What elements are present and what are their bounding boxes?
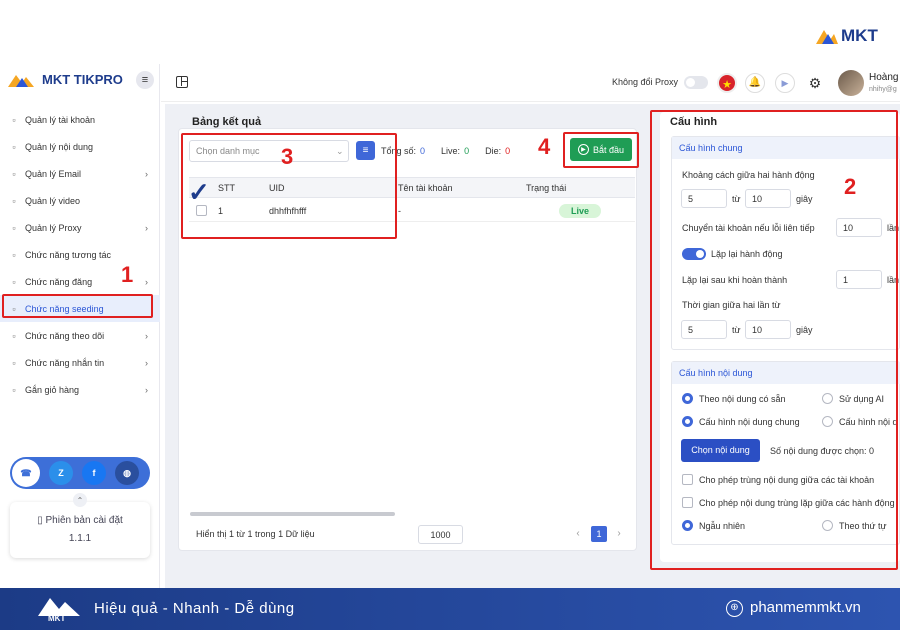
website-globe-icon: ⊕ [726, 600, 743, 617]
user-icon: ▫ [12, 114, 16, 125]
sidebar-item-label: Quản lý video [25, 195, 81, 206]
sidebar-item-label: Chức năng tương tác [25, 249, 111, 260]
horizontal-scrollbar[interactable] [190, 512, 395, 516]
footer-logo-icon [38, 598, 80, 616]
menu-toggle-button[interactable]: ≡ [136, 71, 154, 89]
video-icon: ▫ [12, 195, 16, 206]
play-icon[interactable]: ▶ [775, 73, 795, 93]
proxy-toggle-label: Không đổi Proxy [612, 77, 679, 87]
prev-page-button[interactable]: ‹ [571, 526, 585, 542]
stats-row: Tổng số: 0 Live: 0 Die: 0 [381, 146, 510, 156]
user-name: Hoàng [869, 72, 899, 83]
version-card: ▯ Phiên bản cài đặt 1.1.1 [10, 502, 150, 558]
status-badge: Live [559, 204, 602, 218]
social-bar: ☎ Z f ◍ [10, 457, 150, 489]
column-header: Tên tài khoản [398, 183, 453, 193]
highlight-box-4 [563, 132, 639, 168]
layout-icon[interactable] [176, 76, 188, 88]
mountain-logo-icon [816, 30, 838, 44]
results-title: Bảng kết quả [190, 116, 264, 128]
page-1-button[interactable]: 1 [591, 526, 607, 542]
user-email: nhihy@g [869, 86, 897, 93]
vietnam-flag-icon[interactable]: ★ [717, 73, 737, 93]
chevron-right-icon: › [145, 276, 148, 287]
footer-slogan: Hiệu quả - Nhanh - Dễ dùng [94, 600, 295, 617]
sidebar-nav: ▫ Quản lý tài khoản ▫ Quản lý nội dung ▫ Quản… [0, 106, 160, 403]
annotation-4: 4 [538, 134, 551, 159]
sidebar-item-9[interactable]: ▫ Chức năng nhắn tin › [0, 349, 160, 376]
app-logo-icon [8, 74, 34, 87]
sidebar-item-4[interactable]: ▫ Quản lý Proxy › [0, 214, 160, 241]
top-brand-text: MKT [841, 26, 878, 45]
total-value: 0 [420, 146, 426, 156]
bell-icon[interactable]: 🔔 [745, 73, 765, 93]
page-size-input[interactable]: 1000 [418, 525, 463, 544]
highlight-box-1 [2, 294, 153, 318]
support-icon[interactable]: ☎ [12, 459, 40, 487]
post-icon: ▫ [12, 276, 16, 287]
live-label: Live: [441, 146, 461, 156]
version-icon: ▯ [37, 515, 46, 526]
die-value: 0 [505, 146, 511, 156]
content-icon: ▫ [12, 141, 16, 152]
globe-icon[interactable]: ◍ [115, 461, 139, 485]
version-label: Phiên bản cài đặt [45, 515, 123, 526]
sidebar-item-label: Chức năng theo dõi [25, 330, 105, 341]
sidebar-item-10[interactable]: ▫ Gắn giỏ hàng › [0, 376, 160, 403]
sidebar-item-label: Quản lý Proxy [25, 222, 82, 233]
chevron-right-icon: › [145, 330, 148, 341]
sidebar-item-0[interactable]: ▫ Quản lý tài khoản [0, 106, 160, 133]
interact-icon: ▫ [12, 249, 16, 260]
sidebar-item-label: Quản lý nội dung [25, 141, 94, 152]
version-value: 1.1.1 [68, 533, 92, 544]
facebook-icon[interactable]: f [82, 461, 106, 485]
footer-logo-text: MKT [48, 614, 66, 623]
footer-website[interactable]: phanmemmkt.vn [750, 599, 861, 616]
pagination-info: Hiển thị 1 từ 1 trong 1 Dữ liệu [196, 529, 315, 539]
proxy-toggle[interactable] [684, 76, 708, 89]
collapse-up-icon[interactable]: ⌃ [73, 493, 87, 507]
sidebar-item-2[interactable]: ▫ Quản lý Email › [0, 160, 160, 187]
email-icon: ▫ [12, 168, 16, 179]
sidebar-item-5[interactable]: ▫ Chức năng tương tác [0, 241, 160, 268]
message-icon: ▫ [12, 357, 16, 368]
chevron-right-icon: › [145, 384, 148, 395]
zalo-icon[interactable]: Z [49, 461, 73, 485]
highlight-box-2 [650, 110, 898, 570]
sidebar-item-1[interactable]: ▫ Quản lý nội dung [0, 133, 160, 160]
chevron-right-icon: › [145, 222, 148, 233]
follow-icon: ▫ [12, 330, 16, 341]
live-value: 0 [464, 146, 470, 156]
sidebar-item-3[interactable]: ▫ Quản lý video [0, 187, 160, 214]
sidebar-item-label: Quản lý Email [25, 168, 82, 179]
settings-gear-icon[interactable]: ⚙ [805, 73, 825, 93]
cell-name: - [398, 206, 401, 216]
annotation-2: 2 [844, 174, 857, 199]
top-brand-logo: MKT [816, 26, 878, 46]
sidebar-item-label: Chức năng đăng [25, 276, 93, 287]
sidebar-item-label: Gắn giỏ hàng [25, 384, 80, 395]
chevron-right-icon: › [145, 357, 148, 368]
cart-icon: ▫ [12, 384, 16, 395]
app-logo-text: MKT TIKPRO [42, 72, 123, 87]
sidebar-item-label: Chức năng nhắn tin [25, 357, 105, 368]
annotation-1: 1 [121, 262, 134, 287]
chevron-right-icon: › [145, 168, 148, 179]
avatar[interactable] [838, 70, 864, 96]
sidebar-item-8[interactable]: ▫ Chức năng theo dõi › [0, 322, 160, 349]
sidebar-item-label: Quản lý tài khoản [25, 114, 96, 125]
next-page-button[interactable]: › [612, 526, 626, 542]
column-header: Trạng thái [526, 183, 567, 193]
footer-banner: MKT Hiệu quả - Nhanh - Dễ dùng ⊕ phanmem… [0, 588, 900, 630]
sidebar-item-6[interactable]: ▫ Chức năng đăng › [0, 268, 160, 295]
app-logo: MKT TIKPRO [8, 72, 123, 87]
die-label: Die: [485, 146, 502, 156]
annotation-3: 3 [281, 144, 294, 169]
proxy-icon: ▫ [12, 222, 16, 233]
